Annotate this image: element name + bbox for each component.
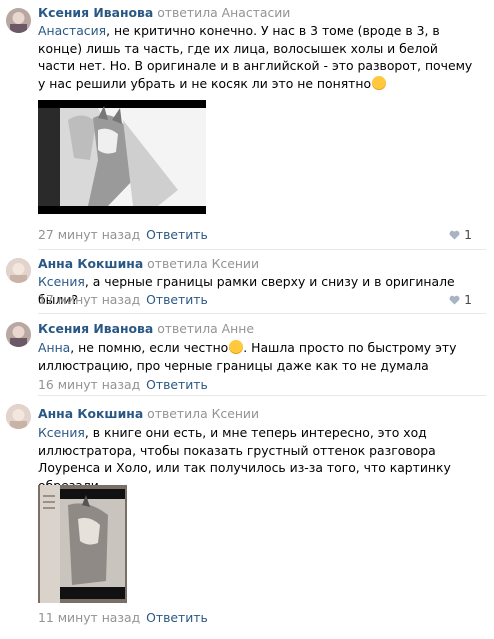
comment-header: Ксения Иванова ответила Анне bbox=[38, 321, 254, 336]
heart-icon bbox=[449, 295, 460, 305]
reply-button[interactable]: Ответить bbox=[146, 292, 208, 307]
comment-header: Ксения Иванова ответила Анастасии bbox=[38, 5, 290, 20]
like-count: 1 bbox=[464, 227, 472, 242]
comment: Ксения Иванова ответила Анне Анна, не по… bbox=[0, 314, 486, 396]
author-name[interactable]: Ксения Иванова bbox=[38, 5, 153, 20]
mention-link[interactable]: Анна bbox=[38, 340, 70, 355]
comment-text: Ксения, в книге они есть, и мне теперь и… bbox=[38, 425, 451, 493]
comment: Анна Кокшина ответила Ксении Ксения, в к… bbox=[0, 396, 486, 639]
reply-to[interactable]: ответила Анне bbox=[157, 321, 254, 336]
avatar[interactable] bbox=[6, 404, 31, 429]
comment-footer: 11 минут назад Ответить bbox=[38, 610, 208, 625]
mention-link[interactable]: Ксения bbox=[38, 274, 85, 289]
author-name[interactable]: Анна Кокшина bbox=[38, 256, 143, 271]
timestamp[interactable]: 27 минут назад bbox=[38, 227, 140, 242]
reply-to[interactable]: ответила Ксении bbox=[147, 406, 259, 421]
avatar[interactable] bbox=[6, 8, 31, 33]
like-button[interactable]: 1 bbox=[449, 227, 472, 242]
sweat-smile-emoji-icon bbox=[229, 340, 244, 354]
smile-emoji-icon bbox=[372, 75, 387, 90]
mention-link[interactable]: Ксения bbox=[38, 425, 85, 440]
attached-photo[interactable] bbox=[38, 100, 206, 214]
avatar[interactable] bbox=[6, 322, 31, 347]
reply-to[interactable]: ответила Ксении bbox=[147, 256, 259, 271]
reply-to[interactable]: ответила Анастасии bbox=[157, 5, 290, 20]
author-name[interactable]: Ксения Иванова bbox=[38, 321, 153, 336]
comment-text: Анастасия, не критично конечно. У нас в … bbox=[38, 23, 473, 91]
timestamp[interactable]: 17 минут назад bbox=[38, 292, 140, 307]
comment-footer: 16 минут назад Ответить bbox=[38, 377, 208, 392]
avatar[interactable] bbox=[6, 258, 31, 283]
like-button[interactable]: 1 bbox=[449, 292, 472, 307]
comment-text: Анна, не помню, если честно. Нашла прост… bbox=[38, 340, 457, 373]
comment-header: Анна Кокшина ответила Ксении bbox=[38, 406, 259, 421]
reply-button[interactable]: Ответить bbox=[146, 377, 208, 392]
reply-button[interactable]: Ответить bbox=[146, 610, 208, 625]
comment: Анна Кокшина ответила Ксении Ксения, а ч… bbox=[0, 250, 486, 314]
timestamp[interactable]: 16 минут назад bbox=[38, 377, 140, 392]
comment-header: Анна Кокшина ответила Ксении bbox=[38, 256, 259, 271]
heart-icon bbox=[449, 230, 460, 240]
timestamp[interactable]: 11 минут назад bbox=[38, 610, 140, 625]
mention-link[interactable]: Анастасия bbox=[38, 23, 106, 38]
author-name[interactable]: Анна Кокшина bbox=[38, 406, 143, 421]
comment-footer: 17 минут назад Ответить bbox=[38, 292, 208, 307]
comment: Ксения Иванова ответила Анастасии Анаста… bbox=[0, 0, 486, 250]
attached-photo[interactable] bbox=[38, 485, 127, 603]
reply-button[interactable]: Ответить bbox=[146, 227, 208, 242]
like-count: 1 bbox=[464, 292, 472, 307]
comment-footer: 27 минут назад Ответить bbox=[38, 227, 208, 242]
